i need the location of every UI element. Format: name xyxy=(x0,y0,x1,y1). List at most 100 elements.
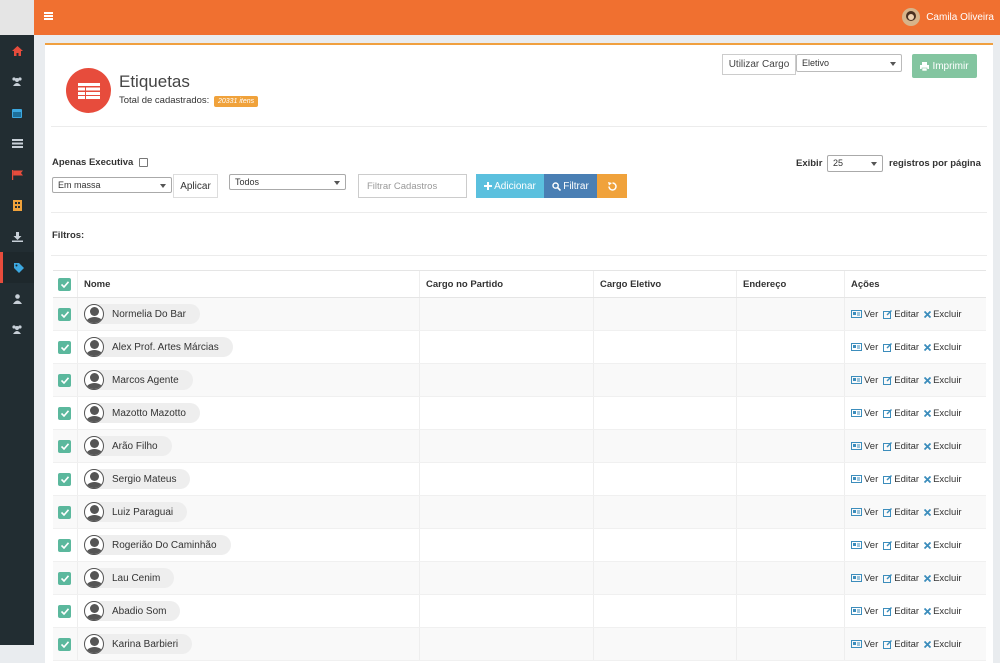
row-checkbox[interactable] xyxy=(58,604,71,618)
use-cargo-button[interactable]: Utilizar Cargo xyxy=(722,54,796,75)
cargo-select[interactable]: Eletivo xyxy=(796,54,902,72)
row-checkbox[interactable] xyxy=(58,406,71,420)
bulk-select[interactable]: Em massa xyxy=(52,177,172,193)
page-size-select[interactable]: 25 xyxy=(827,155,883,172)
apply-button[interactable]: Aplicar xyxy=(173,174,218,198)
row-checkbox[interactable] xyxy=(58,373,71,387)
col-cargo-partido[interactable]: Cargo no Partido xyxy=(420,271,594,297)
edit-link[interactable]: Editar xyxy=(883,606,919,617)
view-label: Ver xyxy=(864,506,879,518)
delete-link[interactable]: Excluir xyxy=(924,573,962,584)
contact-chip[interactable]: Marcos Agente xyxy=(84,370,193,390)
contact-chip[interactable]: Normelia Do Bar xyxy=(84,304,200,324)
edit-link[interactable]: Editar xyxy=(883,375,919,386)
delete-link[interactable]: Excluir xyxy=(924,474,962,485)
delete-link[interactable]: Excluir xyxy=(924,441,962,452)
row-checkbox[interactable] xyxy=(58,571,71,585)
menu-toggle-icon[interactable] xyxy=(44,12,53,20)
reset-button[interactable] xyxy=(597,174,627,198)
row-checkbox[interactable] xyxy=(58,538,71,552)
edit-link[interactable]: Editar xyxy=(883,474,919,485)
edit-link[interactable]: Editar xyxy=(883,540,919,551)
sidebar-item-building[interactable] xyxy=(0,190,34,221)
sidebar-item-user[interactable] xyxy=(0,283,34,314)
filter-input[interactable]: Filtrar Cadastros xyxy=(358,174,467,198)
row-checkbox[interactable] xyxy=(58,439,71,453)
view-link[interactable]: Ver xyxy=(851,639,878,650)
sidebar-item-calendar[interactable] xyxy=(0,97,34,128)
delete-link[interactable]: Excluir xyxy=(924,540,962,551)
col-nome[interactable]: Nome xyxy=(78,271,420,297)
contact-chip[interactable]: Luiz Paraguai xyxy=(84,502,188,522)
delete-link[interactable]: Excluir xyxy=(924,375,962,386)
sidebar-logo xyxy=(0,0,34,35)
apenas-executiva-checkbox[interactable] xyxy=(139,158,149,167)
print-button[interactable]: Imprimir xyxy=(912,54,977,78)
bulk-select-value: Em massa xyxy=(58,180,101,190)
name-cell: Marcos Agente xyxy=(78,364,420,396)
view-link[interactable]: Ver xyxy=(851,474,878,485)
row-select-cell xyxy=(53,496,78,528)
edit-link[interactable]: Editar xyxy=(883,639,919,650)
view-link[interactable]: Ver xyxy=(851,606,878,617)
row-checkbox[interactable] xyxy=(58,637,71,651)
edit-link[interactable]: Editar xyxy=(883,573,919,584)
sidebar-item-home[interactable] xyxy=(0,35,34,66)
row-select-cell xyxy=(53,331,78,363)
contact-chip[interactable]: Lau Cenim xyxy=(84,568,175,588)
view-link[interactable]: Ver xyxy=(851,342,878,353)
view-label: Ver xyxy=(864,638,879,650)
contact-chip[interactable]: Rogerião Do Caminhão xyxy=(84,535,231,555)
filter-button[interactable]: Filtrar xyxy=(544,174,597,198)
row-checkbox[interactable] xyxy=(58,472,71,486)
endereco-cell xyxy=(737,496,845,528)
view-link[interactable]: Ver xyxy=(851,441,878,452)
view-link[interactable]: Ver xyxy=(851,540,878,551)
contact-chip[interactable]: Abadio Som xyxy=(84,601,181,621)
edit-link[interactable]: Editar xyxy=(883,342,919,353)
per-page-label: registros por página xyxy=(889,158,981,169)
view-link[interactable]: Ver xyxy=(851,375,878,386)
sidebar-item-list[interactable] xyxy=(0,128,34,159)
delete-link[interactable]: Excluir xyxy=(924,408,962,419)
sidebar-item-flag[interactable] xyxy=(0,159,34,190)
row-select-cell xyxy=(53,595,78,627)
edit-link[interactable]: Editar xyxy=(883,309,919,320)
contact-chip[interactable]: Arão Filho xyxy=(84,436,172,456)
view-link[interactable]: Ver xyxy=(851,507,878,518)
col-cargo-eletivo[interactable]: Cargo Eletivo xyxy=(594,271,737,297)
select-all-checkbox[interactable] xyxy=(58,277,71,291)
row-checkbox[interactable] xyxy=(58,307,71,321)
status-select[interactable]: Todos xyxy=(229,174,346,190)
user-menu[interactable]: Camila Oliveira xyxy=(902,8,994,26)
delete-link[interactable]: Excluir xyxy=(924,639,962,650)
sidebar-item-users[interactable] xyxy=(0,66,34,97)
delete-link[interactable]: Excluir xyxy=(924,309,962,320)
view-link[interactable]: Ver xyxy=(851,573,878,584)
contact-chip[interactable]: Karina Barbieri xyxy=(84,634,193,654)
contact-chip[interactable]: Mazotto Mazotto xyxy=(84,403,200,423)
name-cell: Rogerião Do Caminhão xyxy=(78,529,420,561)
view-link[interactable]: Ver xyxy=(851,408,878,419)
contact-name: Sergio Mateus xyxy=(112,473,177,485)
delete-link[interactable]: Excluir xyxy=(924,342,962,353)
sidebar-item-tags[interactable] xyxy=(0,252,34,283)
view-link[interactable]: Ver xyxy=(851,309,878,320)
sidebar-item-group[interactable] xyxy=(0,314,34,345)
delete-link[interactable]: Excluir xyxy=(924,606,962,617)
cargo-eletivo-cell xyxy=(594,562,737,594)
sidebar-item-download[interactable] xyxy=(0,221,34,252)
row-checkbox[interactable] xyxy=(58,505,71,519)
edit-link[interactable]: Editar xyxy=(883,507,919,518)
add-button[interactable]: Adicionar xyxy=(476,174,544,198)
row-checkbox[interactable] xyxy=(58,340,71,354)
table-list-icon xyxy=(66,68,111,113)
col-endereco[interactable]: Endereço xyxy=(737,271,845,297)
delete-link[interactable]: Excluir xyxy=(924,507,962,518)
delete-label: Excluir xyxy=(933,506,962,518)
contact-chip[interactable]: Alex Prof. Artes Márcias xyxy=(84,337,233,357)
edit-link[interactable]: Editar xyxy=(883,408,919,419)
contact-chip[interactable]: Sergio Mateus xyxy=(84,469,191,489)
edit-link[interactable]: Editar xyxy=(883,441,919,452)
actions-cell: Ver Editar Excluir xyxy=(845,430,986,462)
